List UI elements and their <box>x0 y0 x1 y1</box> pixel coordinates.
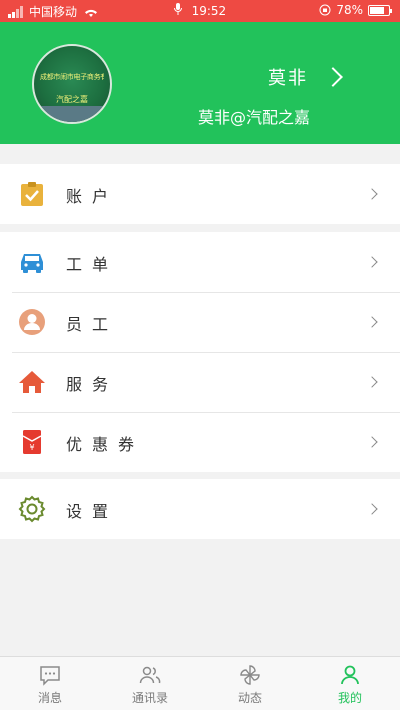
microphone-icon <box>173 3 182 18</box>
menu-label-service: 服务 <box>66 375 119 394</box>
pinwheel-icon <box>240 665 260 685</box>
menu-group-settings: 设置 <box>0 479 400 539</box>
tab-label-messages: 消息 <box>37 691 62 705</box>
menu-item-staff[interactable]: 员工 <box>0 292 400 352</box>
gear-icon <box>18 495 46 523</box>
menu-item-account[interactable]: 账户 <box>0 164 400 224</box>
status-bar: 中国移动 19:52 78% <box>0 0 400 22</box>
chevron-right-icon <box>366 376 378 388</box>
chevron-right-icon <box>366 256 378 268</box>
chevron-right-icon <box>366 316 378 328</box>
menu-group-account: 账户 <box>0 164 400 224</box>
tab-label-moments: 动态 <box>237 691 262 705</box>
tab-contacts[interactable]: 通讯录 <box>100 657 200 710</box>
tab-moments[interactable]: 动态 <box>200 657 300 710</box>
profile-subtitle: 莫非@汽配之嘉 <box>197 108 310 127</box>
menu-label-work-order: 工单 <box>66 255 119 274</box>
menu-item-coupon[interactable]: ¥ 优惠券 <box>0 412 400 472</box>
menu-item-service[interactable]: 服务 <box>0 352 400 412</box>
tab-bar: 消息 通讯录 动态 我的 <box>0 656 400 710</box>
house-icon <box>19 371 45 393</box>
clock: 19:52 <box>191 4 227 18</box>
avatar[interactable]: 成都市闹市电子商务有限公司 汽配之嘉 <box>32 44 112 124</box>
person-circle-icon <box>19 309 45 335</box>
chevron-right-icon <box>366 188 378 200</box>
rotation-lock-icon <box>319 4 331 16</box>
tab-label-contacts: 通讯录 <box>131 691 168 705</box>
clipboard-check-icon <box>21 182 43 206</box>
chevron-right-icon <box>366 436 378 448</box>
profile-name: 莫非 <box>268 68 308 89</box>
battery-icon <box>368 4 392 16</box>
menu-label-settings: 设置 <box>66 502 119 521</box>
battery-percent: 78% <box>336 3 363 17</box>
contacts-icon <box>139 666 161 684</box>
menu-label-coupon: 优惠券 <box>66 435 145 454</box>
svg-text:¥: ¥ <box>29 443 34 452</box>
red-envelope-icon: ¥ <box>22 430 42 454</box>
menu-item-settings[interactable]: 设置 <box>0 479 400 539</box>
tab-messages[interactable]: 消息 <box>0 657 100 710</box>
tab-me[interactable]: 我的 <box>300 657 400 710</box>
menu-label-staff: 员工 <box>66 315 119 334</box>
tab-label-me: 我的 <box>337 691 362 705</box>
avatar-company-text: 成都市闹市电子商务有限公司 <box>40 73 104 81</box>
chevron-right-icon[interactable] <box>323 67 343 87</box>
menu-item-work-order[interactable]: 工单 <box>0 232 400 292</box>
avatar-brand-text: 汽配之嘉 <box>56 95 88 104</box>
chevron-right-icon <box>366 503 378 515</box>
profile-header[interactable]: 成都市闹市电子商务有限公司 汽配之嘉 莫非 莫非@汽配之嘉 <box>0 22 400 144</box>
menu-group-business: 工单 员工 服务 ¥ 优惠券 <box>0 232 400 472</box>
menu-label-account: 账户 <box>66 187 119 206</box>
person-icon <box>341 665 359 685</box>
car-icon <box>21 254 43 273</box>
message-icon <box>40 666 60 686</box>
